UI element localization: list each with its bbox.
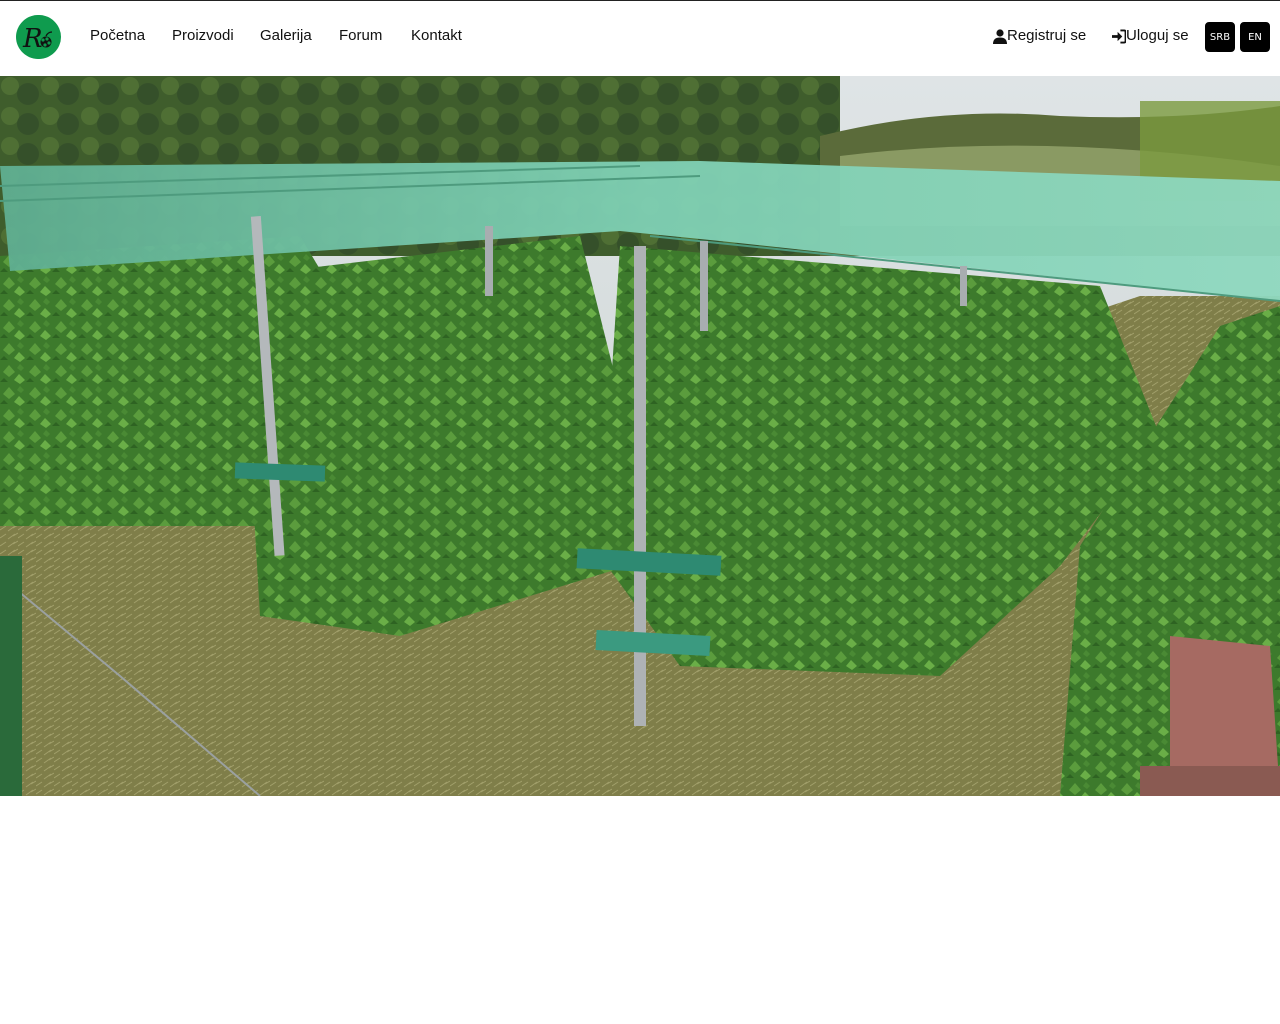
raspberry-logo-icon: R (16, 15, 61, 59)
sign-in-icon (1112, 29, 1126, 43)
brand-logo[interactable]: R (16, 15, 61, 59)
svg-text:R: R (22, 24, 43, 54)
nav-link-forum[interactable]: Forum (339, 27, 382, 45)
language-srb-button[interactable]: SRB (1205, 22, 1235, 52)
login-label: Uloguj se (1126, 27, 1189, 44)
nav-link-gallery[interactable]: Galerija (260, 27, 312, 45)
raspberry-plantation-photo (0, 76, 1280, 796)
navbar: R Početna Proizvodi Galerija Forum Konta… (0, 0, 1280, 76)
login-link[interactable]: Uloguj se (1112, 27, 1189, 45)
register-link[interactable]: Registruj se (993, 27, 1086, 45)
nav-link-products[interactable]: Proizvodi (172, 27, 234, 45)
nav-link-contact[interactable]: Kontakt (411, 27, 462, 45)
hero-image (0, 76, 1280, 796)
user-icon (993, 28, 1007, 44)
nav-link-home[interactable]: Početna (90, 27, 145, 45)
language-en-button[interactable]: EN (1240, 22, 1270, 52)
register-label: Registruj se (1007, 27, 1087, 44)
